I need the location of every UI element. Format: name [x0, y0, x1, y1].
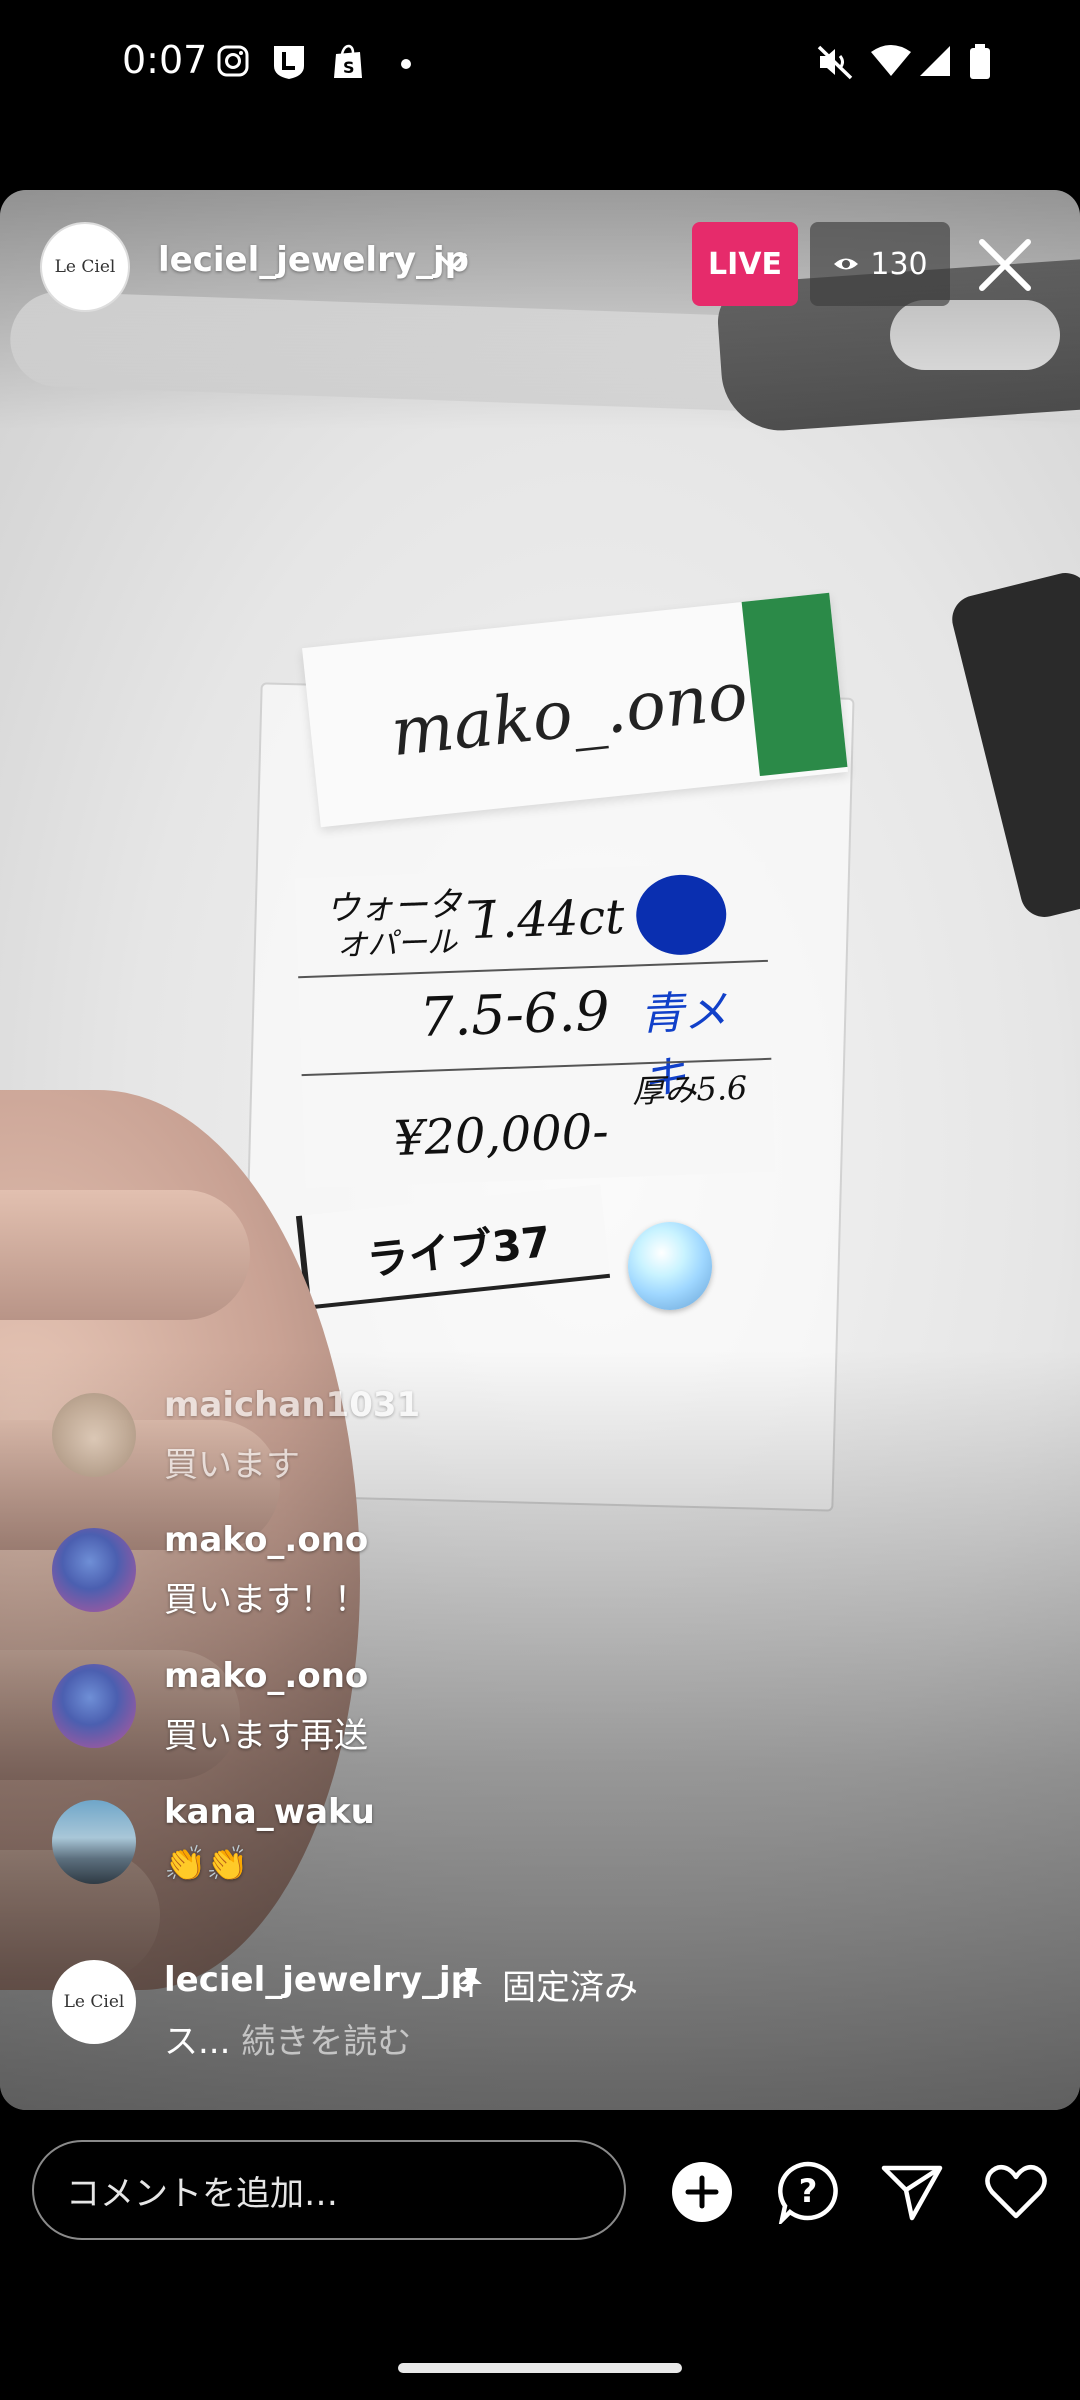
close-icon[interactable] — [970, 230, 1040, 300]
pinned-avatar: Le Ciel — [52, 1960, 136, 2044]
commenter-avatar — [52, 1528, 136, 1612]
comment-username: kana_waku — [164, 1792, 375, 1832]
commenter-avatar — [52, 1393, 136, 1477]
live-badge: LIVE — [692, 222, 798, 306]
pin-icon — [460, 1968, 482, 1997]
battery-icon — [970, 44, 990, 79]
read-more-link[interactable]: 続きを読む — [241, 2022, 411, 2062]
comment-item: mako_.ono 買います再送 — [52, 1656, 952, 1766]
host-username[interactable]: leciel_jewelry_jp — [158, 240, 469, 280]
add-circle-icon[interactable] — [670, 2160, 734, 2224]
comment-username: mako_.ono — [164, 1520, 369, 1560]
comment-text: 買います — [164, 1445, 300, 1485]
pinned-username: leciel_jewelry_jp — [164, 1960, 475, 2000]
l-app-icon — [274, 46, 304, 79]
svg-text:?: ? — [799, 2172, 818, 2210]
status-bar: 0:07 S — [0, 0, 1080, 135]
comment-text: 買います再送 — [164, 1716, 368, 1756]
comment-username: maichan1031 — [164, 1385, 421, 1425]
instagram-icon — [217, 45, 249, 77]
comment-item: mako_.ono 買います！！ — [52, 1520, 952, 1630]
send-icon[interactable] — [880, 2160, 944, 2224]
chevron-down-icon[interactable] — [435, 250, 469, 272]
host-avatar[interactable]: Le Ciel — [40, 222, 130, 312]
comment-input[interactable]: コメントを追加… — [32, 2140, 626, 2240]
mute-icon — [817, 45, 853, 80]
pinned-comment[interactable]: Le Ciel leciel_jewelry_jp 固定済み ス... 続きを読… — [52, 1960, 1032, 2080]
commenter-avatar — [52, 1800, 136, 1884]
comment-item: maichan1031 買います — [52, 1385, 952, 1495]
dot-icon — [401, 59, 411, 69]
eye-icon — [834, 258, 859, 270]
status-time: 0:07 — [122, 38, 208, 82]
comment-text: 買います！！ — [164, 1580, 368, 1620]
comment-text: 👏👏 — [164, 1844, 249, 1884]
pinned-label: 固定済み — [502, 1968, 638, 2008]
svg-text:S: S — [343, 58, 355, 77]
signal-icon — [920, 46, 950, 76]
home-indicator[interactable] — [398, 2363, 682, 2373]
comment-item: kana_waku 👏👏 — [52, 1792, 952, 1902]
commenter-avatar — [52, 1664, 136, 1748]
comment-username: mako_.ono — [164, 1656, 369, 1696]
heart-icon[interactable] — [984, 2160, 1048, 2224]
wifi-icon — [871, 45, 911, 76]
scene-case — [947, 567, 1080, 923]
viewer-count-badge[interactable]: 130 — [810, 222, 950, 306]
pinned-text: ス... 続きを読む — [164, 2022, 412, 2062]
question-icon[interactable]: ? — [776, 2160, 840, 2224]
scene-blue-dot — [634, 873, 728, 957]
shopify-icon: S — [334, 44, 362, 78]
viewer-count: 130 — [870, 246, 928, 282]
scene-opal-stone — [628, 1222, 712, 1310]
scene-info-card: ウォーター オパール 1.44ct 7.5-6.9 青メキ 厚み5.6 ¥20,… — [294, 861, 776, 1189]
